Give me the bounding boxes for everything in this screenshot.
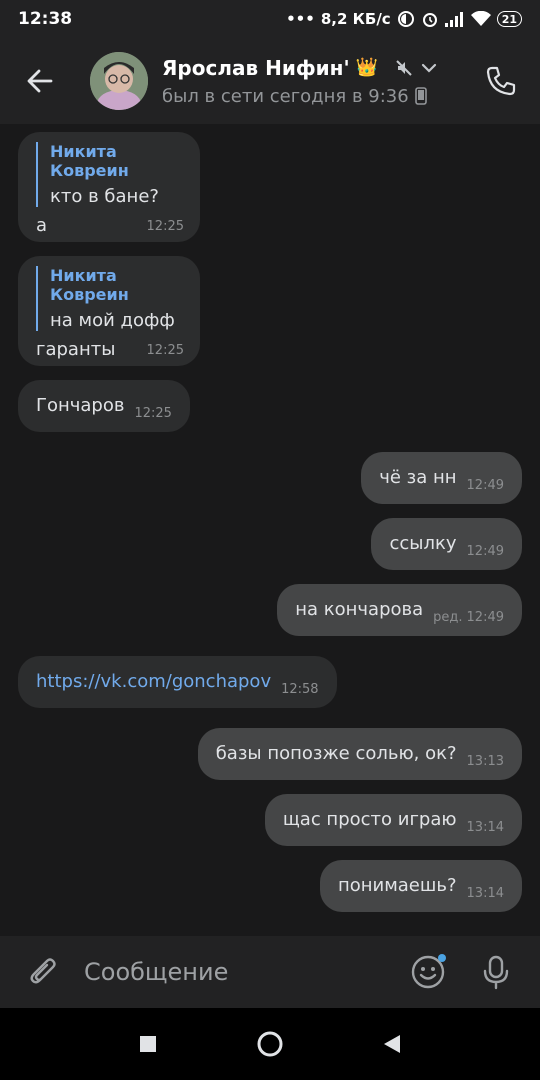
message-bubble[interactable]: https://vk.com/gonchapov 12:58: [18, 656, 337, 708]
back-arrow-icon: [27, 69, 53, 93]
message-bubble[interactable]: понимаешь? 13:14: [319, 860, 522, 912]
message-time: 13:14: [466, 820, 504, 835]
message-bubble[interactable]: базы попозже солью, ок? 13:13: [197, 728, 522, 780]
status-time: 12:38: [18, 9, 73, 29]
chevron-down-icon[interactable]: [420, 59, 438, 77]
message-time: 12:49: [466, 544, 504, 559]
message-bubble[interactable]: чё за нн 12:49: [361, 452, 522, 504]
system-navigation-bar: [0, 1008, 540, 1080]
back-button[interactable]: [0, 38, 80, 124]
message-list[interactable]: Никита Ковреин кто в бане? а 12:25 Никит…: [0, 124, 540, 936]
back-icon: [384, 1035, 400, 1053]
do-not-disturb-icon: [397, 10, 415, 28]
message-time: 12:49: [466, 610, 504, 625]
wifi-icon: [470, 11, 491, 27]
contact-name: Ярослав Нифин': [162, 55, 350, 80]
reply-author: Никита Ковреин: [50, 142, 129, 180]
message-time: 12:49: [466, 478, 504, 493]
mobile-icon: [414, 87, 427, 105]
system-back-button[interactable]: [377, 1029, 407, 1059]
message-bubble[interactable]: щас просто играю 13:14: [264, 794, 522, 846]
unread-dot: [438, 954, 446, 962]
voice-message-button[interactable]: [476, 952, 516, 992]
chat-title-block[interactable]: Ярослав Нифин' 👑 был в сети сегодня в 9:…: [162, 56, 438, 107]
signal-icon: [444, 11, 465, 27]
message-time: 12:25: [146, 219, 184, 234]
recents-button[interactable]: [133, 1029, 163, 1059]
emoji-button[interactable]: [408, 952, 448, 992]
last-seen-text: был в сети сегодня в 9:36: [162, 85, 409, 107]
avatar[interactable]: [90, 52, 148, 110]
message-text: щас просто играю: [282, 809, 457, 830]
reply-text: кто в бане?: [50, 186, 159, 207]
status-right: ••• 8,2 КБ/с 21: [286, 10, 522, 28]
alarm-icon: [421, 10, 439, 28]
message-time: 12:25: [134, 406, 172, 421]
message-bubble[interactable]: Гончаров 12:25: [18, 380, 190, 432]
message-text: гаранты: [36, 339, 116, 360]
message-text: ссылку: [389, 533, 457, 554]
home-icon: [257, 1031, 283, 1057]
message-text: чё за нн: [379, 467, 457, 488]
title-row: Ярослав Нифин' 👑: [162, 56, 438, 80]
network-speed: 8,2 КБ/с: [320, 10, 391, 28]
message-time: 12:58: [281, 682, 319, 697]
message-bubble[interactable]: Никита Ковреин на мой дофф гаранты 12:25: [18, 256, 200, 366]
reply-quote[interactable]: Никита Ковреин на мой дофф: [36, 266, 182, 331]
message-time: 13:14: [466, 886, 504, 901]
message-time: 12:25: [146, 343, 184, 358]
attach-button[interactable]: [22, 950, 66, 994]
message-input[interactable]: [84, 958, 384, 986]
phone-icon: [486, 66, 516, 96]
edited-label: ред.: [433, 610, 463, 625]
call-button[interactable]: [480, 60, 522, 102]
message-composer: [0, 936, 540, 1008]
message-text: на кончарова: [295, 599, 424, 620]
reply-quote[interactable]: Никита Ковреин кто в бане?: [36, 142, 182, 207]
paperclip-icon: [30, 958, 56, 984]
muted-icon: [396, 59, 412, 76]
notification-dots-icon: •••: [286, 10, 315, 28]
status-bar: 12:38 ••• 8,2 КБ/с 21: [0, 0, 540, 38]
reply-text: на мой дофф: [50, 310, 175, 331]
battery-indicator: 21: [496, 11, 522, 27]
message-link[interactable]: https://vk.com/gonchapov: [36, 671, 271, 692]
message-text: базы попозже солью, ок?: [215, 743, 457, 764]
recents-icon: [140, 1036, 156, 1052]
microphone-icon: [483, 955, 509, 990]
message-bubble[interactable]: ссылку 12:49: [371, 518, 522, 570]
reply-author: Никита Ковреин: [50, 266, 129, 304]
message-text: Гончаров: [36, 395, 125, 416]
message-text: а: [36, 215, 48, 236]
chat-header: Ярослав Нифин' 👑 был в сети сегодня в 9:…: [0, 38, 540, 124]
message-bubble[interactable]: на кончарова ред. 12:49: [277, 584, 522, 636]
message-text: понимаешь?: [337, 875, 457, 896]
crown-emoji: 👑: [355, 57, 379, 78]
message-time: 13:13: [466, 754, 504, 769]
message-bubble[interactable]: Никита Ковреин кто в бане? а 12:25: [18, 132, 200, 242]
home-button[interactable]: [255, 1029, 285, 1059]
last-seen-row: был в сети сегодня в 9:36: [162, 86, 438, 107]
